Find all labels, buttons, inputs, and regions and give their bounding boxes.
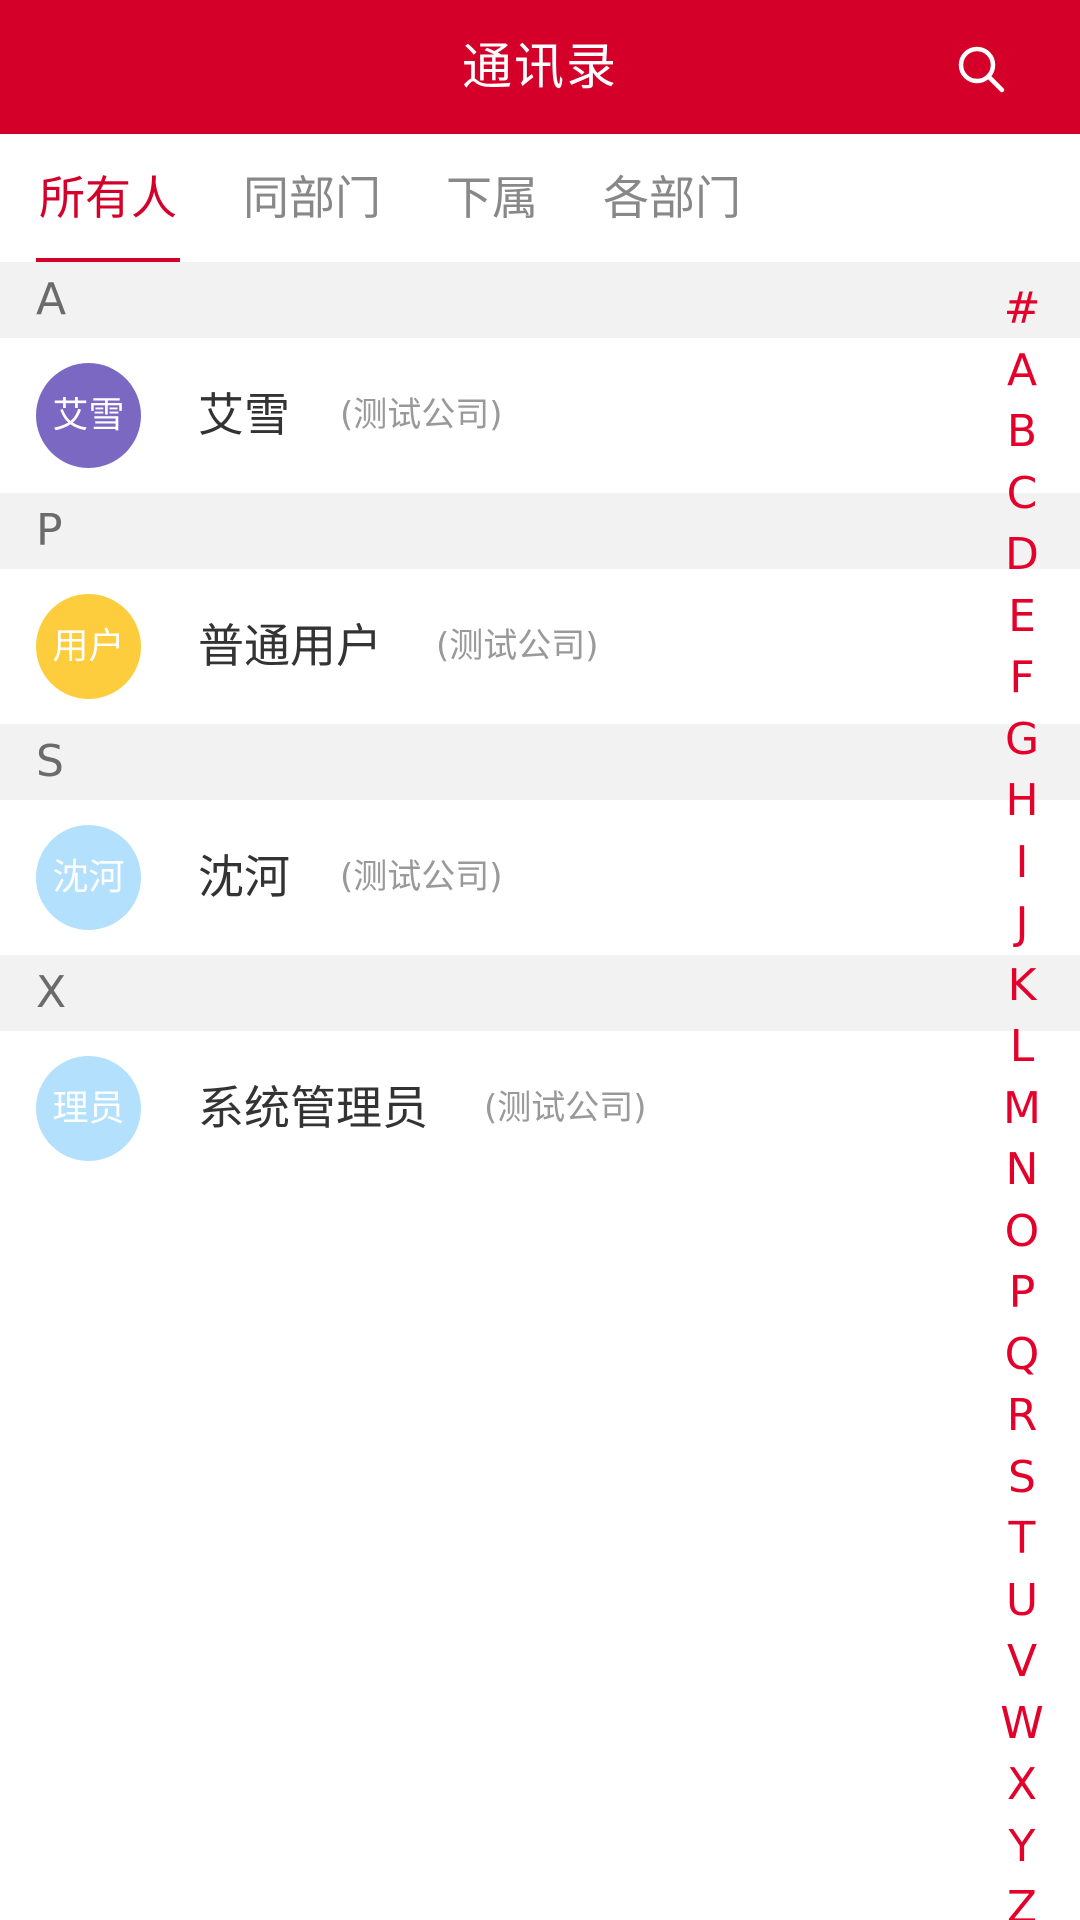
page-title: 通讯录 bbox=[462, 38, 618, 96]
section-header-x: X bbox=[0, 955, 1080, 1031]
contact-name: 艾雪 bbox=[198, 388, 290, 442]
search-button[interactable] bbox=[946, 34, 1018, 106]
index-letter[interactable]: F bbox=[990, 647, 1054, 709]
index-letter[interactable]: # bbox=[990, 278, 1054, 340]
index-letter[interactable]: U bbox=[990, 1570, 1054, 1632]
contact-company: (测试公司) bbox=[484, 1088, 647, 1128]
section-letter: X bbox=[36, 967, 67, 1018]
contact-row[interactable]: 沈河 沈河 (测试公司) bbox=[0, 800, 1080, 955]
index-letter[interactable]: Q bbox=[990, 1324, 1054, 1386]
index-letter[interactable]: V bbox=[990, 1631, 1054, 1693]
index-letter[interactable]: O bbox=[990, 1201, 1054, 1263]
section-header-s: S bbox=[0, 724, 1080, 800]
index-letter[interactable]: J bbox=[990, 893, 1054, 955]
index-letter[interactable]: S bbox=[990, 1447, 1054, 1509]
contact-row[interactable]: 用户 普通用户 (测试公司) bbox=[0, 569, 1080, 724]
contact-company: (测试公司) bbox=[340, 857, 503, 897]
index-letter[interactable]: N bbox=[990, 1139, 1054, 1201]
index-letter[interactable]: I bbox=[990, 832, 1054, 894]
section-letter: S bbox=[36, 736, 64, 787]
search-icon bbox=[958, 46, 1005, 93]
tab-subordinates[interactable]: 下属 bbox=[444, 134, 540, 262]
index-letter[interactable]: L bbox=[990, 1016, 1054, 1078]
contact-row[interactable]: 理员 系统管理员 (测试公司) bbox=[0, 1031, 1080, 1186]
avatar: 理员 bbox=[36, 1056, 141, 1161]
index-letter[interactable]: T bbox=[990, 1508, 1054, 1570]
section-header-p: P bbox=[0, 493, 1080, 569]
index-letter[interactable]: B bbox=[990, 401, 1054, 463]
tab-all[interactable]: 所有人 bbox=[36, 134, 180, 262]
index-letter[interactable]: R bbox=[990, 1385, 1054, 1447]
section-letter: P bbox=[36, 505, 63, 556]
index-letter[interactable]: A bbox=[990, 340, 1054, 402]
index-letter[interactable]: K bbox=[990, 955, 1054, 1017]
index-letter[interactable]: P bbox=[990, 1262, 1054, 1324]
contact-company: (测试公司) bbox=[436, 626, 599, 666]
tab-bar: 所有人 同部门 下属 各部门 bbox=[0, 134, 1080, 264]
section-header-a: A bbox=[0, 262, 1080, 338]
index-letter[interactable]: G bbox=[990, 709, 1054, 771]
index-letter[interactable]: Z bbox=[990, 1877, 1054, 1920]
index-letter[interactable]: D bbox=[990, 524, 1054, 586]
contact-row[interactable]: 艾雪 艾雪 (测试公司) bbox=[0, 338, 1080, 493]
index-letter[interactable]: M bbox=[990, 1078, 1054, 1140]
contact-name: 系统管理员 bbox=[198, 1081, 428, 1135]
tab-departments[interactable]: 各部门 bbox=[600, 134, 744, 262]
contact-company: (测试公司) bbox=[340, 395, 503, 435]
header-bar: 通讯录 bbox=[0, 0, 1080, 134]
section-letter: A bbox=[36, 274, 67, 325]
index-letter[interactable]: X bbox=[990, 1754, 1054, 1816]
index-letter[interactable]: Y bbox=[990, 1816, 1054, 1878]
avatar: 沈河 bbox=[36, 825, 141, 930]
alphabet-index[interactable]: # A B C D E F G H I J K L M N O P Q R S T U V W X Y Z bbox=[990, 278, 1054, 1920]
index-letter[interactable]: E bbox=[990, 586, 1054, 648]
index-letter[interactable]: C bbox=[990, 463, 1054, 525]
tab-same-department[interactable]: 同部门 bbox=[240, 134, 384, 262]
avatar: 艾雪 bbox=[36, 363, 141, 468]
index-letter[interactable]: W bbox=[990, 1693, 1054, 1755]
avatar: 用户 bbox=[36, 594, 141, 699]
contact-name: 沈河 bbox=[198, 850, 290, 904]
index-letter[interactable]: H bbox=[990, 770, 1054, 832]
contact-name: 普通用户 bbox=[198, 619, 382, 673]
